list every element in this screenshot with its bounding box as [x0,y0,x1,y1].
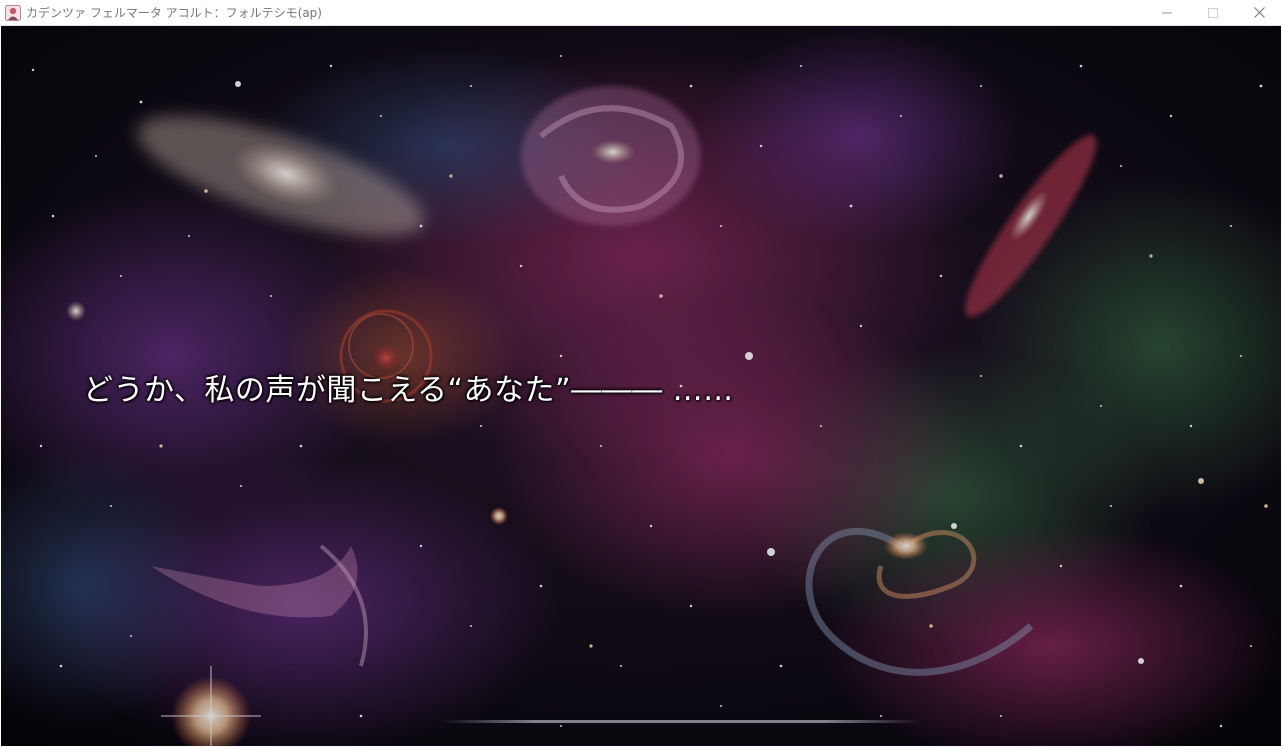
minimize-icon [1162,8,1172,18]
title-bar[interactable]: カデンツァ フェルマータ アコルト：フォルテシモ(ap) [0,0,1282,26]
app-icon[interactable] [5,5,21,21]
wait-indicator-line [441,720,921,723]
dialogue-message: どうか、私の声が聞こえる“あなた”――― …… [83,373,734,408]
maximize-icon [1208,7,1218,18]
close-icon [1253,7,1265,18]
window-title: カデンツァ フェルマータ アコルト：フォルテシモ(ap) [26,6,322,20]
minimize-button[interactable] [1144,0,1190,25]
game-screen[interactable]: どうか、私の声が聞こえる“あなた”――― …… [1,26,1281,746]
maximize-button[interactable] [1190,0,1236,25]
close-button[interactable] [1236,0,1282,25]
application-window: カデンツァ フェルマータ アコルト：フォルテシモ(ap) どうか、私の声が聞こえ… [0,0,1282,747]
